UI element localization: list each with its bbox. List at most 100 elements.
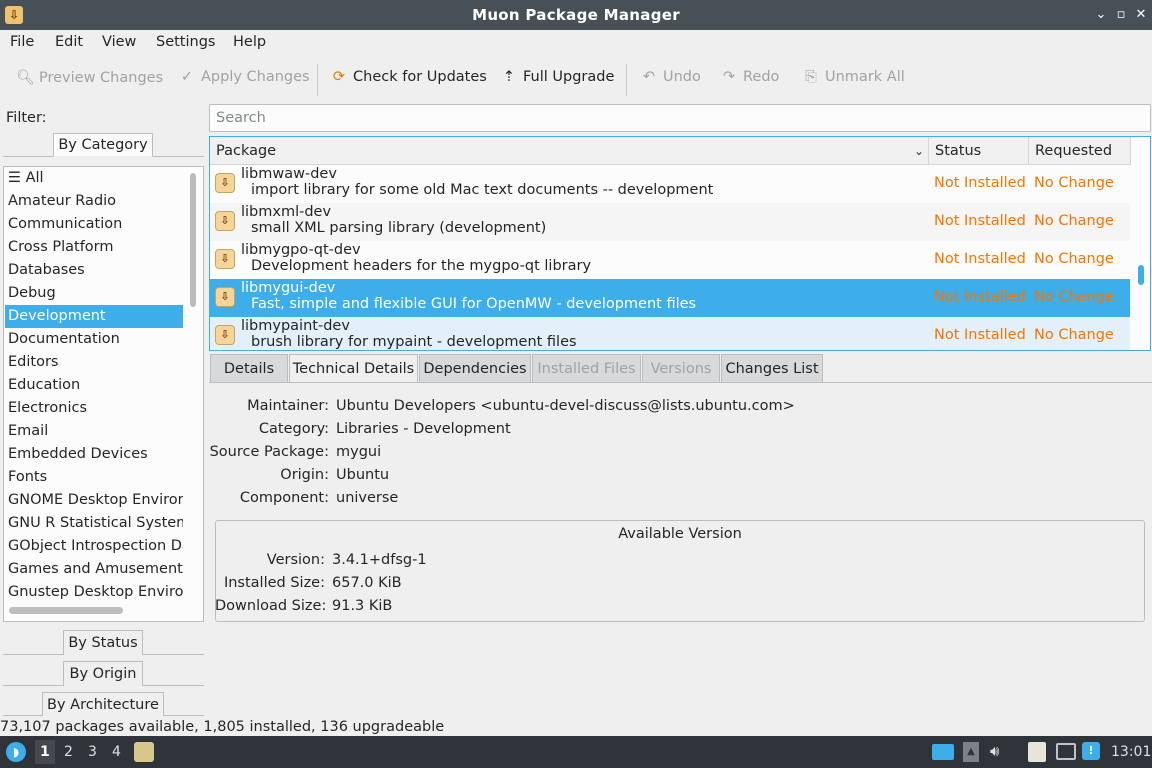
category-item[interactable]: Embedded Devices bbox=[5, 443, 183, 466]
category-vertical-scrollbar[interactable] bbox=[190, 173, 196, 307]
tab-details[interactable]: Details bbox=[210, 354, 288, 383]
tab-by-category[interactable]: By Category bbox=[53, 133, 153, 157]
workspace-4[interactable]: 4 bbox=[112, 744, 121, 760]
refresh-icon: ⟳ bbox=[332, 69, 346, 85]
search-icon: 🔍︎ bbox=[16, 70, 35, 86]
restore-icon[interactable]: ▫ bbox=[1112, 6, 1130, 24]
installed-size-value: 657.0 KiB bbox=[332, 575, 402, 591]
package-name: libmwaw-dev bbox=[241, 166, 337, 182]
package-requested: No Change bbox=[1034, 327, 1114, 343]
column-header-requested[interactable]: Requested bbox=[1029, 137, 1131, 165]
category-item[interactable]: Amateur Radio bbox=[5, 190, 183, 213]
version-value: 3.4.1+dfsg-1 bbox=[332, 552, 427, 568]
clock[interactable]: 13:01 bbox=[1111, 744, 1151, 760]
category-item[interactable]: GNU R Statistical System bbox=[5, 512, 183, 535]
package-requested: No Change bbox=[1034, 251, 1114, 267]
package-row-selected[interactable]: ⇩ libmygui-dev Fast, simple and flexible… bbox=[210, 279, 1130, 317]
tab-installed-files[interactable]: Installed Files bbox=[532, 354, 641, 383]
category-item[interactable]: GNOME Desktop Environment bbox=[5, 489, 183, 512]
category-item[interactable]: Debug bbox=[5, 282, 183, 305]
window-title: Muon Package Manager bbox=[472, 6, 680, 24]
unmark-icon: ⎘ bbox=[805, 69, 817, 85]
toolbar-separator bbox=[626, 64, 627, 96]
tab-divider bbox=[142, 654, 204, 655]
window-titlebar: ⇩ Muon Package Manager ⌄ ▫ ✕ bbox=[0, 0, 1152, 30]
unmark-all-button[interactable]: ⎘ Unmark All bbox=[802, 69, 905, 91]
category-item[interactable]: Cross Platform bbox=[5, 236, 183, 259]
redo-icon: ↷ bbox=[722, 69, 736, 85]
tab-versions[interactable]: Versions bbox=[642, 354, 720, 383]
menu-view[interactable]: View bbox=[102, 34, 136, 50]
origin-label: Origin: bbox=[280, 467, 329, 483]
category-item[interactable]: Gnustep Desktop Environment bbox=[5, 581, 183, 604]
tab-by-origin[interactable]: By Origin bbox=[63, 661, 143, 686]
maintainer-value: Ubuntu Developers <ubuntu-devel-discuss@… bbox=[336, 398, 795, 414]
preview-changes-button[interactable]: 🔍︎ Preview Changes bbox=[16, 69, 163, 91]
clipboard-icon[interactable] bbox=[1028, 742, 1046, 762]
installed-size-label: Installed Size: bbox=[223, 575, 325, 591]
package-icon: ⇩ bbox=[215, 211, 235, 231]
full-upgrade-button[interactable]: ⇡ Full Upgrade bbox=[500, 69, 614, 91]
menu-file[interactable]: File bbox=[10, 34, 34, 50]
volume-icon[interactable]: 🔊︎ bbox=[990, 742, 999, 760]
category-item[interactable]: Email bbox=[5, 420, 183, 443]
menu-bar: File Edit View Settings Help bbox=[0, 30, 1152, 58]
menu-settings[interactable]: Settings bbox=[156, 34, 215, 50]
category-item[interactable]: GObject Introspection Data bbox=[5, 535, 183, 558]
notification-icon[interactable]: ! bbox=[1082, 742, 1100, 760]
close-icon[interactable]: ✕ bbox=[1132, 6, 1150, 24]
package-list-scrollbar[interactable] bbox=[1138, 265, 1144, 285]
category-item[interactable]: Education bbox=[5, 374, 183, 397]
search-input[interactable]: Search bbox=[209, 104, 1151, 132]
package-row[interactable]: ⇩ libmwaw-dev import library for some ol… bbox=[210, 165, 1130, 203]
tab-changes-list[interactable]: Changes List bbox=[721, 354, 823, 383]
workspace-3[interactable]: 3 bbox=[88, 744, 97, 760]
column-header-package[interactable]: Package ⌄ bbox=[210, 137, 929, 165]
category-item[interactable]: Editors bbox=[5, 351, 183, 374]
tab-by-architecture[interactable]: By Architecture bbox=[42, 692, 164, 716]
tab-dependencies[interactable]: Dependencies bbox=[419, 354, 531, 383]
tab-by-status[interactable]: By Status bbox=[63, 630, 143, 655]
package-status: Not Installed bbox=[934, 289, 1026, 305]
taskbar: ◗ 1 2 3 4 ▲ 🔊︎ ! 13:01 bbox=[0, 736, 1152, 768]
category-item[interactable]: Fonts bbox=[5, 466, 183, 489]
tab-technical-details[interactable]: Technical Details bbox=[289, 354, 418, 383]
check-for-updates-button[interactable]: ⟳ Check for Updates bbox=[330, 69, 487, 91]
chevron-down-icon: ⌄ bbox=[913, 144, 924, 158]
download-size-value: 91.3 KiB bbox=[332, 598, 393, 614]
network-icon[interactable] bbox=[1056, 743, 1076, 760]
start-menu-icon[interactable]: ◗ bbox=[6, 742, 26, 762]
undo-button[interactable]: ↶ Undo bbox=[640, 69, 701, 91]
category-list: ☰ All Amateur Radio Communication Cross … bbox=[3, 166, 204, 622]
category-item[interactable]: Databases bbox=[5, 259, 183, 282]
package-icon: ⇩ bbox=[215, 173, 235, 193]
category-item[interactable]: Documentation bbox=[5, 328, 183, 351]
package-row[interactable]: ⇩ libmxml-dev small XML parsing library … bbox=[210, 203, 1130, 241]
package-requested: No Change bbox=[1034, 175, 1114, 191]
menu-help[interactable]: Help bbox=[233, 34, 266, 50]
apply-changes-button[interactable]: ✓ Apply Changes bbox=[178, 69, 310, 91]
package-row[interactable]: ⇩ libmygpo-qt-dev Development headers fo… bbox=[210, 241, 1130, 279]
category-item[interactable]: Games and Amusement bbox=[5, 558, 183, 581]
category-item[interactable]: Electronics bbox=[5, 397, 183, 420]
category-value: Libraries - Development bbox=[336, 421, 511, 437]
workspace-2[interactable]: 2 bbox=[64, 744, 73, 760]
muon-task-icon[interactable] bbox=[134, 742, 154, 762]
checkmark-icon: ✓ bbox=[180, 69, 194, 85]
category-horizontal-scrollbar[interactable] bbox=[9, 607, 123, 614]
redo-button[interactable]: ↷ Redo bbox=[720, 69, 780, 91]
menu-edit[interactable]: Edit bbox=[55, 34, 83, 50]
package-description: import library for some old Mac text doc… bbox=[251, 182, 714, 198]
package-description: Development headers for the mygpo-qt lib… bbox=[251, 258, 592, 274]
column-header-status[interactable]: Status bbox=[929, 137, 1029, 165]
keep-above-icon[interactable]: ⌄ bbox=[1092, 6, 1110, 24]
workspace-1[interactable]: 1 bbox=[35, 740, 55, 764]
component-value: universe bbox=[336, 490, 399, 506]
desktop-icon[interactable] bbox=[932, 744, 954, 760]
category-item[interactable]: Communication bbox=[5, 213, 183, 236]
download-size-label: Download Size: bbox=[215, 598, 327, 614]
category-item-selected[interactable]: Development bbox=[5, 305, 183, 328]
eject-icon[interactable]: ▲ bbox=[963, 742, 979, 762]
package-row[interactable]: ⇩ libmypaint-dev brush library for mypai… bbox=[210, 317, 1130, 350]
category-item-all[interactable]: ☰ All bbox=[5, 167, 183, 190]
